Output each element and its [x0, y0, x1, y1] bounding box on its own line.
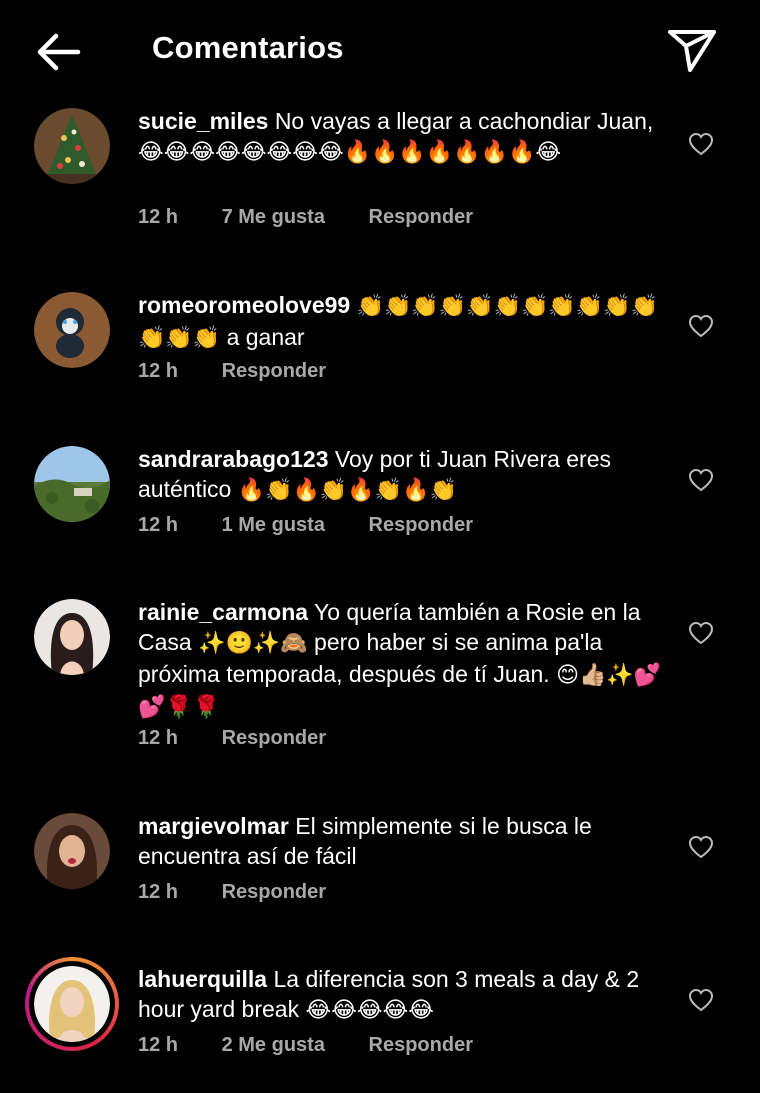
reply-button[interactable]: Responder: [369, 206, 473, 228]
comment-time: 12 h: [138, 1034, 179, 1056]
arrow-left-icon: [37, 33, 81, 71]
comment-time: 12 h: [138, 360, 179, 382]
heart-icon[interactable]: [688, 835, 714, 859]
comment-username[interactable]: lahuerquilla: [138, 966, 267, 992]
comment-time: 12 h: [138, 727, 179, 749]
comment-likes[interactable]: 1 Me gusta: [222, 514, 325, 536]
comment-likes[interactable]: 2 Me gusta: [222, 1034, 325, 1056]
comment-meta: 12 h 1 Me gusta Responder: [138, 514, 511, 537]
comment-username[interactable]: rainie_carmona: [138, 599, 308, 625]
heart-icon[interactable]: [688, 314, 714, 338]
woman-selfie-photo: [34, 813, 110, 889]
woman-portrait-photo: [34, 599, 110, 675]
comment-time: 12 h: [138, 881, 179, 903]
comment-emojis: 😂😂😂😂😂😂😂😂🔥🔥🔥🔥🔥🔥🔥😂: [138, 140, 562, 165]
comment-emojis-inline: ✨🙂✨🙈: [198, 631, 308, 656]
landscape-photo: [34, 446, 110, 522]
comment-meta: 12 h 7 Me gusta Responder: [138, 206, 511, 229]
comment-meta: 12 h Responder: [138, 881, 364, 904]
comment-username[interactable]: sucie_miles: [138, 108, 268, 134]
avatar[interactable]: [34, 446, 110, 522]
comment-username[interactable]: sandrarabago123: [138, 446, 328, 472]
avatar[interactable]: [34, 292, 110, 368]
share-button[interactable]: [664, 24, 720, 74]
comment-username[interactable]: romeoromeolove99: [138, 292, 350, 318]
comment-text: romeoromeolove99 👏👏👏👏👏👏👏👏👏👏👏👏👏👏 a ganar: [138, 290, 668, 354]
heart-icon[interactable]: [688, 621, 714, 645]
comment-meta: 12 h Responder: [138, 727, 364, 750]
heart-icon[interactable]: [688, 988, 714, 1012]
reply-button[interactable]: Responder: [222, 881, 326, 903]
avatar[interactable]: [25, 957, 119, 1051]
heart-icon[interactable]: [688, 468, 714, 492]
avatar[interactable]: [34, 108, 110, 184]
back-button[interactable]: [30, 28, 86, 76]
top-bar: Comentarios: [0, 0, 760, 100]
comment-meta: 12 h Responder: [138, 360, 364, 383]
avatar[interactable]: [34, 813, 110, 889]
comment-body: No vayas a llegar a cachondiar Juan,: [274, 108, 654, 134]
paper-plane-icon: [668, 30, 716, 72]
comment-time: 12 h: [138, 514, 179, 536]
plush-toy-photo: [34, 292, 110, 368]
reply-button[interactable]: Responder: [369, 1034, 473, 1056]
comment-emojis: 🔥👏🔥👏🔥👏🔥👏: [237, 478, 457, 503]
reply-button[interactable]: Responder: [222, 727, 326, 749]
comment-text: rainie_carmona Yo quería también a Rosie…: [138, 597, 668, 723]
page-title: Comentarios: [152, 30, 344, 65]
comment-text: sandrarabago123 Voy por ti Juan Rivera e…: [138, 444, 668, 506]
comment-meta: 12 h 2 Me gusta Responder: [138, 1034, 511, 1057]
comment-text: lahuerquilla La diferencia son 3 meals a…: [138, 964, 668, 1026]
comment-text: margievolmar El simplemente si le busca …: [138, 811, 668, 871]
avatar[interactable]: [34, 599, 110, 675]
comment-username[interactable]: margievolmar: [138, 813, 289, 839]
comment-time: 12 h: [138, 206, 179, 228]
comment-text: sucie_miles No vayas a llegar a cachondi…: [138, 106, 668, 168]
comment-emojis: 😂😂😂😂😂: [305, 998, 435, 1023]
comment-likes[interactable]: 7 Me gusta: [222, 206, 325, 228]
comment-body: a ganar: [226, 324, 305, 350]
reply-button[interactable]: Responder: [369, 514, 473, 536]
christmas-tree-photo: [34, 108, 110, 184]
heart-icon[interactable]: [688, 132, 714, 156]
reply-button[interactable]: Responder: [222, 360, 326, 382]
blonde-woman-photo: [34, 966, 110, 1042]
